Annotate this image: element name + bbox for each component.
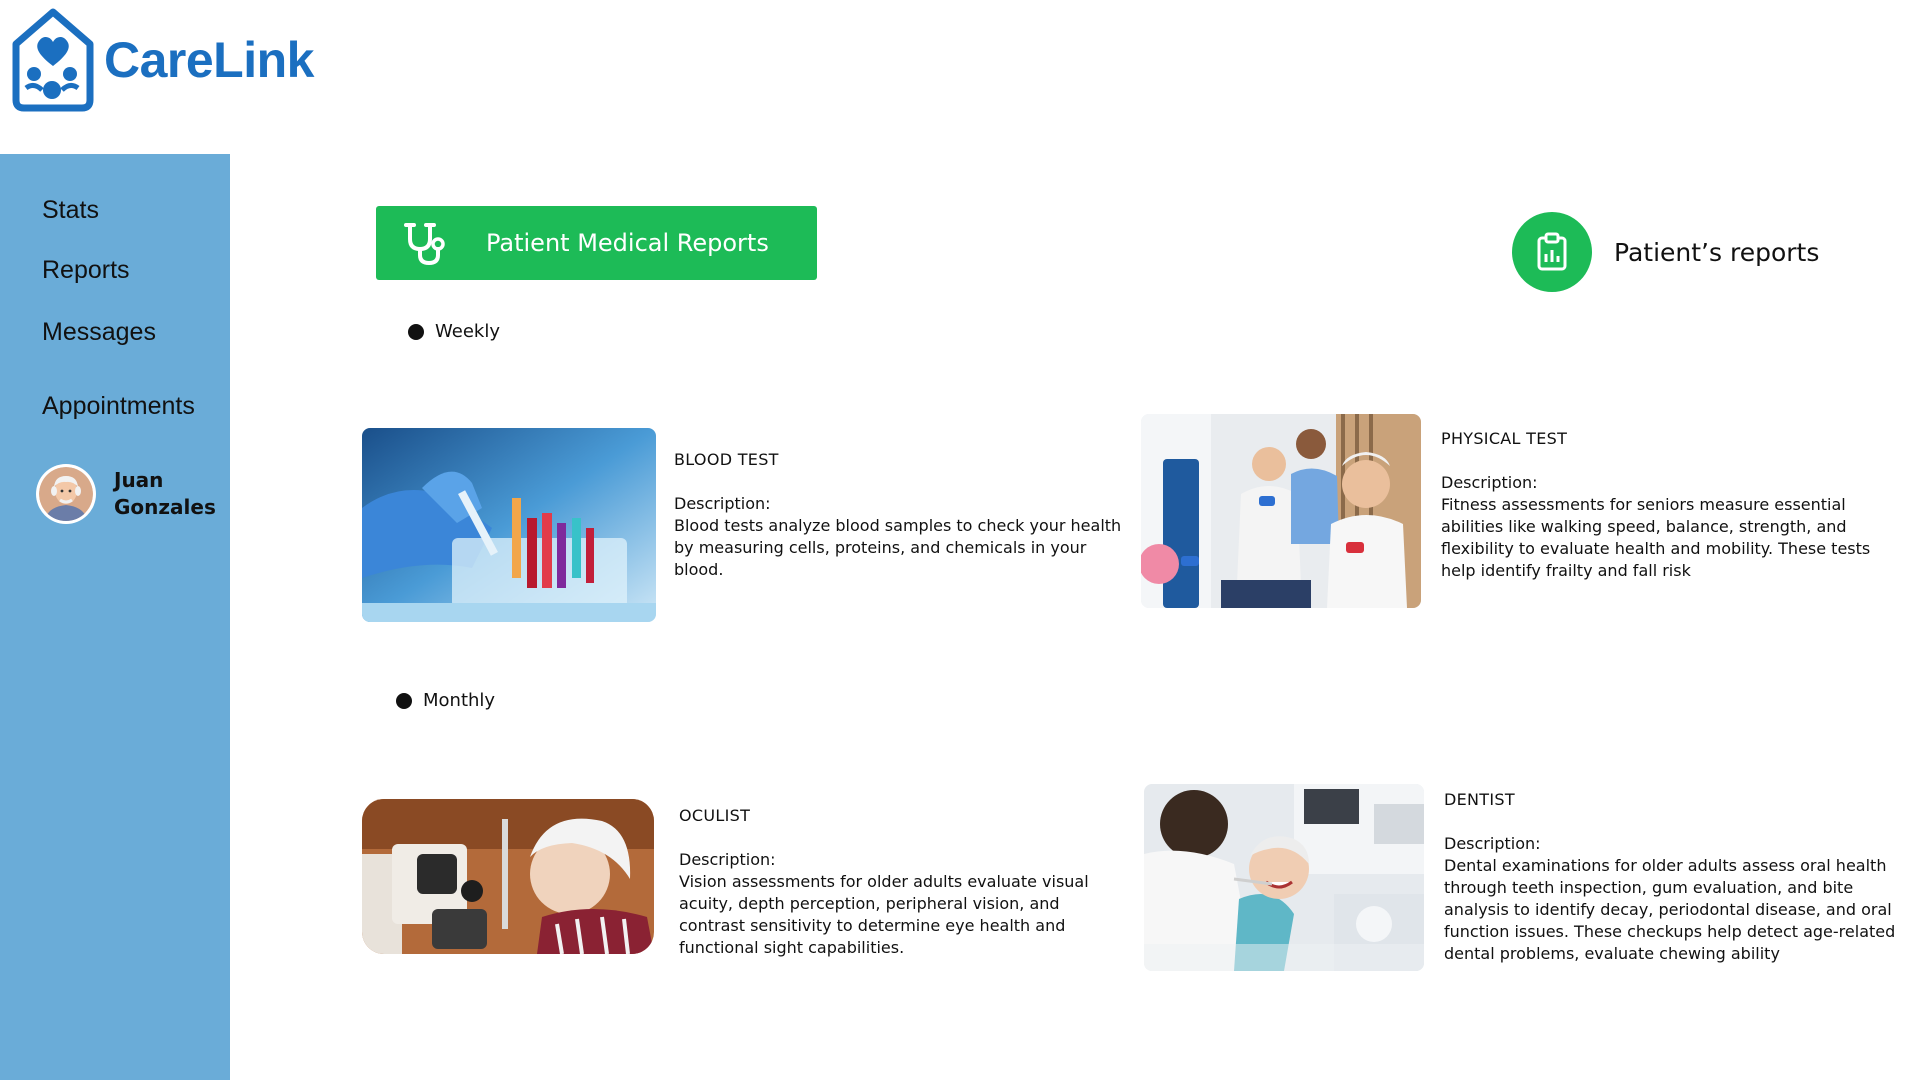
- physical-test-card: PHYSICAL TEST Description: Fitness asses…: [1441, 428, 1881, 582]
- card-title: PHYSICAL TEST: [1441, 429, 1568, 448]
- patient-medical-reports-label: Patient Medical Reports: [486, 229, 769, 257]
- section-monthly-label: Monthly: [423, 690, 496, 711]
- oculist-card: OCULIST Description: Vision assessments …: [679, 805, 1129, 959]
- patients-reports-icon-circle: [1512, 212, 1592, 292]
- house-heart-icon: [12, 8, 94, 112]
- description-label: Description:: [1441, 473, 1538, 492]
- dentist-image[interactable]: [1144, 784, 1424, 971]
- patients-reports-label: Patient’s reports: [1614, 237, 1820, 267]
- sidebar-item-reports[interactable]: Reports: [42, 256, 130, 285]
- user-first-name: Juan: [114, 468, 164, 492]
- patients-reports-link[interactable]: Patient’s reports: [1512, 212, 1819, 292]
- card-description: Vision assessments for older adults eval…: [679, 872, 1089, 957]
- eye-exam-image: [362, 799, 654, 954]
- blood-test-card: BLOOD TEST Description: Blood tests anal…: [674, 449, 1124, 581]
- blood-test-tubes-image: [362, 428, 656, 622]
- user-last-name: Gonzales: [114, 495, 216, 519]
- sidebar-item-messages[interactable]: Messages: [42, 318, 156, 347]
- patient-medical-reports-button[interactable]: Patient Medical Reports: [376, 206, 817, 280]
- card-description: Dental examinations for older adults ass…: [1444, 856, 1896, 963]
- oculist-image[interactable]: [362, 799, 654, 954]
- card-title: BLOOD TEST: [674, 450, 779, 469]
- sidebar-item-appointments[interactable]: Appointments: [42, 392, 195, 421]
- seniors-exercising-image: [1141, 414, 1421, 608]
- dentist-card: DENTIST Description: Dental examinations…: [1444, 789, 1904, 965]
- description-label: Description:: [679, 850, 776, 869]
- description-label: Description:: [1444, 834, 1541, 853]
- stethoscope-icon: [404, 223, 445, 266]
- description-label: Description:: [674, 494, 771, 513]
- brand-name: CareLink: [104, 32, 314, 88]
- avatar: [36, 464, 96, 524]
- user-profile[interactable]: Juan Gonzales: [36, 464, 224, 524]
- section-weekly-label: Weekly: [435, 321, 500, 342]
- sidebar-item-stats[interactable]: Stats: [42, 196, 99, 225]
- sidebar: Stats Reports Messages Appointments Juan…: [0, 154, 230, 1080]
- section-monthly: Monthly: [396, 690, 495, 711]
- elderly-man-avatar-icon: [39, 467, 93, 521]
- user-name: Juan Gonzales: [114, 467, 224, 521]
- dental-exam-image: [1144, 784, 1424, 971]
- section-weekly: Weekly: [408, 321, 500, 342]
- bullet-icon: [408, 323, 424, 340]
- card-title: DENTIST: [1444, 790, 1515, 809]
- bullet-icon: [396, 692, 412, 709]
- page: CareLink Stats Reports Messages Appointm…: [0, 0, 1920, 1080]
- card-description: Blood tests analyze blood samples to che…: [674, 516, 1122, 579]
- blood-test-image[interactable]: [362, 428, 656, 622]
- card-title: OCULIST: [679, 806, 751, 825]
- card-description: Fitness assessments for seniors measure …: [1441, 495, 1871, 580]
- physical-test-image[interactable]: [1141, 414, 1421, 608]
- carelink-logo[interactable]: CareLink: [12, 8, 314, 112]
- clipboard-chart-icon: [1537, 232, 1567, 271]
